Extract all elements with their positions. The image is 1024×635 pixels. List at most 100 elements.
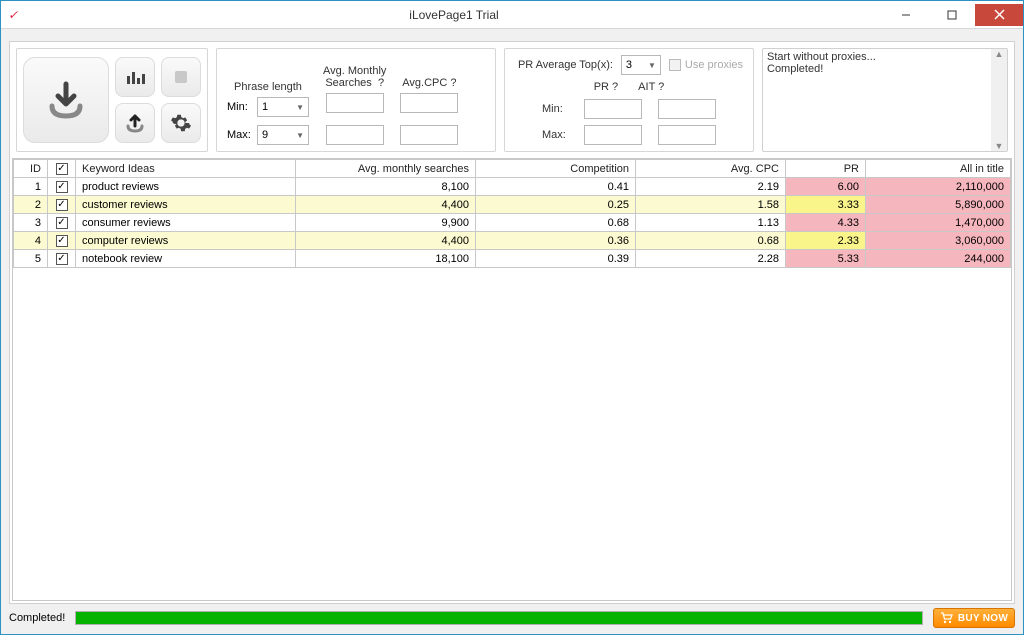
- download-button[interactable]: [23, 57, 109, 143]
- checkbox-icon: ✓: [56, 199, 68, 211]
- filter-group-1: Phrase length Min: 1▼ Max: 9▼ Avg. Month…: [216, 48, 496, 152]
- table-row[interactable]: 1✓product reviews8,1000.412.196.002,110,…: [14, 178, 1011, 196]
- checkbox-icon: ✓: [56, 235, 68, 247]
- scroll-up-icon: ▲: [995, 49, 1004, 59]
- buy-now-button[interactable]: BUY NOW: [933, 608, 1015, 628]
- cell-keyword: computer reviews: [76, 232, 296, 250]
- ait-max-input[interactable]: [658, 125, 716, 145]
- filter-group-2: PR Average Top(x): 3▼ Use proxies PR ? A…: [504, 48, 754, 152]
- pr-label: PR ?: [594, 81, 618, 93]
- cell-id: 1: [14, 178, 48, 196]
- ams-min-input[interactable]: [326, 93, 384, 113]
- col-id[interactable]: ID: [14, 160, 48, 178]
- ait-min-input[interactable]: [658, 99, 716, 119]
- toolbar-col-1: [115, 57, 155, 143]
- minimize-button[interactable]: [883, 4, 929, 26]
- cell-ams: 8,100: [296, 178, 476, 196]
- cell-id: 3: [14, 214, 48, 232]
- col-pr[interactable]: PR: [786, 160, 866, 178]
- cart-icon: [940, 612, 954, 624]
- cell-ait: 3,060,000: [866, 232, 1011, 250]
- upload-icon: [124, 112, 146, 134]
- cell-checkbox[interactable]: ✓: [48, 178, 76, 196]
- checkbox-icon: ✓: [56, 181, 68, 193]
- max-label: Max:: [227, 129, 257, 141]
- checkbox-icon: [669, 59, 681, 71]
- results-table-wrap: ID ✓ Keyword Ideas Avg. monthly searches…: [12, 158, 1012, 601]
- col-keyword[interactable]: Keyword Ideas: [76, 160, 296, 178]
- cell-ams: 4,400: [296, 196, 476, 214]
- close-button[interactable]: [975, 4, 1023, 26]
- cell-cpc: 1.13: [636, 214, 786, 232]
- log-scrollbar[interactable]: ▲▼: [991, 49, 1007, 151]
- cell-comp: 0.39: [476, 250, 636, 268]
- pr-avg-top-select[interactable]: 3▼: [621, 55, 661, 75]
- checkbox-icon: ✓: [56, 163, 68, 175]
- ait-label: AIT ?: [638, 81, 664, 93]
- phrase-length-filter: Phrase length Min: 1▼ Max: 9▼: [227, 81, 309, 145]
- phrase-length-label: Phrase length: [227, 81, 309, 93]
- bar-chart-icon: [124, 66, 146, 88]
- cell-keyword: customer reviews: [76, 196, 296, 214]
- pr-min-input[interactable]: [584, 99, 642, 119]
- settings-button[interactable]: [161, 103, 201, 143]
- cell-ams: 18,100: [296, 250, 476, 268]
- upload-button[interactable]: [115, 103, 155, 143]
- log-panel: Start without proxies... Completed! ▲▼: [762, 48, 1008, 152]
- titlebar: ✓ iLovePage1 Trial: [1, 1, 1023, 29]
- cell-checkbox[interactable]: ✓: [48, 250, 76, 268]
- cell-keyword: notebook review: [76, 250, 296, 268]
- cell-ait: 2,110,000: [866, 178, 1011, 196]
- col-ait[interactable]: All in title: [866, 160, 1011, 178]
- toolbar-col-2: [161, 57, 201, 143]
- cell-checkbox[interactable]: ✓: [48, 214, 76, 232]
- cell-keyword: product reviews: [76, 178, 296, 196]
- maximize-button[interactable]: [929, 4, 975, 26]
- col-cpc[interactable]: Avg. CPC: [636, 160, 786, 178]
- ait-filter: AIT ?: [638, 81, 664, 93]
- window-title: iLovePage1 Trial: [25, 8, 883, 22]
- cell-id: 5: [14, 250, 48, 268]
- table-row[interactable]: 5✓notebook review18,1000.392.285.33244,0…: [14, 250, 1011, 268]
- cell-ait: 1,470,000: [866, 214, 1011, 232]
- cell-checkbox[interactable]: ✓: [48, 196, 76, 214]
- cell-comp: 0.68: [476, 214, 636, 232]
- cell-ait: 5,890,000: [866, 196, 1011, 214]
- chart-button[interactable]: [115, 57, 155, 97]
- table-row[interactable]: 2✓customer reviews4,4000.251.583.335,890…: [14, 196, 1011, 214]
- log-line: Completed!: [767, 63, 1003, 75]
- cell-checkbox[interactable]: ✓: [48, 232, 76, 250]
- ams-max-input[interactable]: [326, 125, 384, 145]
- pr-max-input[interactable]: [584, 125, 642, 145]
- status-text: Completed!: [9, 612, 65, 624]
- toolbar-group: [16, 48, 208, 152]
- col-ams[interactable]: Avg. monthly searches: [296, 160, 476, 178]
- cell-ait: 244,000: [866, 250, 1011, 268]
- cpc-min-input[interactable]: [400, 93, 458, 113]
- col-comp[interactable]: Competition: [476, 160, 636, 178]
- cpc-filter: Avg.CPC ?: [400, 77, 458, 145]
- phrase-max-select[interactable]: 9▼: [257, 125, 309, 145]
- col-checkbox[interactable]: ✓: [48, 160, 76, 178]
- phrase-min-select[interactable]: 1▼: [257, 97, 309, 117]
- status-bar: Completed! BUY NOW: [9, 608, 1015, 628]
- use-proxies-checkbox[interactable]: Use proxies: [669, 59, 743, 71]
- stop-button[interactable]: [161, 57, 201, 97]
- cell-cpc: 0.68: [636, 232, 786, 250]
- scroll-down-icon: ▼: [995, 141, 1004, 151]
- cpc-max-input[interactable]: [400, 125, 458, 145]
- checkbox-icon: ✓: [56, 253, 68, 265]
- checkbox-icon: ✓: [56, 217, 68, 229]
- cell-pr: 4.33: [786, 214, 866, 232]
- results-table: ID ✓ Keyword Ideas Avg. monthly searches…: [13, 159, 1011, 268]
- cell-comp: 0.41: [476, 178, 636, 196]
- table-row[interactable]: 4✓computer reviews4,4000.360.682.333,060…: [14, 232, 1011, 250]
- cell-pr: 3.33: [786, 196, 866, 214]
- top-panel: Phrase length Min: 1▼ Max: 9▼ Avg. Month…: [10, 42, 1014, 158]
- cell-cpc: 2.28: [636, 250, 786, 268]
- table-row[interactable]: 3✓consumer reviews9,9000.681.134.331,470…: [14, 214, 1011, 232]
- chevron-down-icon: ▼: [296, 103, 304, 112]
- min-label-2: Min:: [542, 103, 568, 115]
- cell-comp: 0.25: [476, 196, 636, 214]
- content-area: Phrase length Min: 1▼ Max: 9▼ Avg. Month…: [9, 41, 1015, 604]
